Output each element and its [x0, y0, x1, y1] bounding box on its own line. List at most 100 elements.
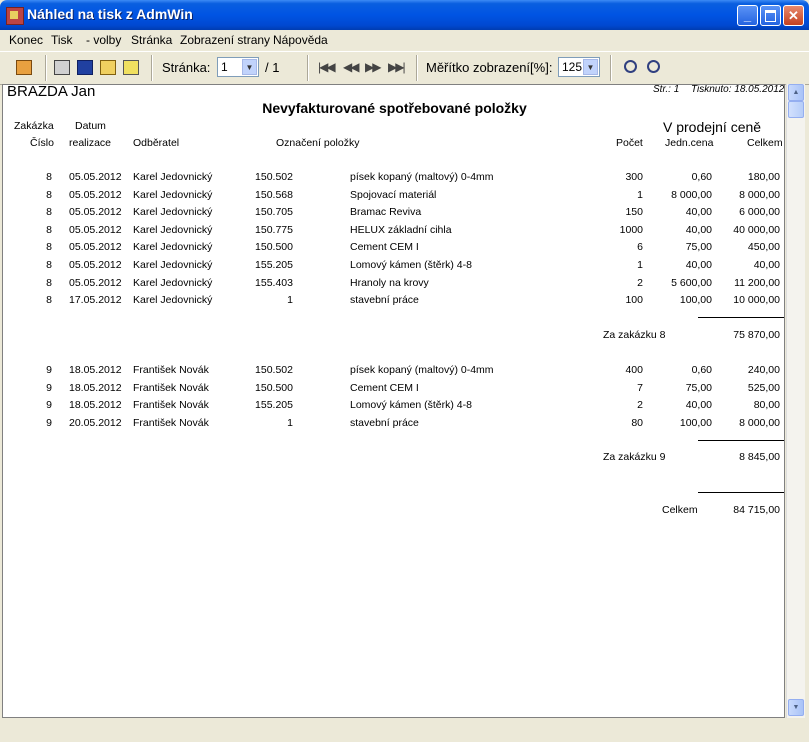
- vertical-scrollbar[interactable]: ▲ ▼: [786, 84, 805, 718]
- chevron-down-icon[interactable]: ▼: [583, 59, 598, 75]
- scroll-down-icon[interactable]: ▼: [788, 699, 804, 716]
- cell-date: 05.05.2012: [69, 276, 122, 289]
- cell-total: 80,00: [753, 399, 780, 412]
- exit-icon[interactable]: [16, 60, 32, 75]
- zoom-out-icon[interactable]: [647, 60, 660, 73]
- close-button[interactable]: ✕: [783, 5, 804, 26]
- print-preview-window: Náhled na tisk z AdmWin _ ✕ Konec Tisk -…: [0, 0, 809, 742]
- printer-icon[interactable]: [54, 60, 70, 75]
- cell-item-code: 150.502: [255, 171, 293, 183]
- cell-total: 8 000,00: [739, 416, 780, 429]
- scale-select[interactable]: 125 ▼: [558, 57, 600, 77]
- subtotal-line-2: [698, 440, 784, 441]
- cell-quantity: 1: [637, 259, 643, 271]
- cell-total: 180,00: [747, 171, 780, 183]
- menu-bar: Konec Tisk - volby Stránka Zobrazení str…: [0, 30, 809, 49]
- minimize-button[interactable]: _: [737, 5, 758, 26]
- cell-order: 8: [46, 188, 52, 201]
- cell-item-code: 155.205: [255, 399, 293, 412]
- cell-total: 40,00: [753, 259, 780, 271]
- menu-napoveda[interactable]: Nápověda: [273, 33, 328, 47]
- page-select-value: 1: [221, 60, 228, 74]
- zoom-in-icon[interactable]: [624, 60, 637, 73]
- cell-quantity: 1: [637, 188, 643, 201]
- cell-quantity: 100: [625, 294, 643, 307]
- cell-date: 05.05.2012: [69, 188, 122, 201]
- cell-total: 525,00: [747, 381, 780, 394]
- scale-label: Měřítko zobrazení[%]:: [426, 60, 553, 75]
- header-realizace: realizace: [69, 137, 112, 149]
- cell-item-name: Bramac Reviva: [350, 206, 422, 219]
- cell-item-name: Lomový kámen (štěrk) 4-8: [350, 399, 472, 412]
- header-odberatel: Odběratel: [133, 137, 180, 149]
- export-icon[interactable]: [123, 60, 139, 75]
- cell-item-code: 150.500: [255, 381, 293, 394]
- toolbar: Stránka: 1 ▼ / 1 |◀◀ ◀◀ ▶▶ ▶▶| Měřítko z…: [0, 51, 809, 85]
- cell-order: 8: [46, 241, 52, 254]
- cell-item-code: 155.205: [255, 259, 293, 271]
- toolbar-separator: [45, 55, 47, 81]
- chevron-down-icon[interactable]: ▼: [242, 59, 257, 75]
- page-select[interactable]: 1 ▼: [217, 57, 259, 77]
- toolbar-separator: [610, 55, 612, 81]
- cell-date: 18.05.2012: [69, 399, 122, 412]
- cell-item-code: 150.568: [255, 188, 293, 201]
- window-title: Náhled na tisk z AdmWin: [27, 6, 193, 22]
- cell-quantity: 400: [625, 364, 643, 376]
- maximize-button[interactable]: [760, 5, 781, 26]
- cell-item-name: HELUX základní cihla: [350, 223, 452, 236]
- cell-order: 8: [46, 276, 52, 289]
- cell-unit-price: 75,00: [685, 381, 712, 394]
- last-page-icon[interactable]: ▶▶|: [388, 60, 406, 74]
- subtotal-label-2: Za zakázku 9: [603, 451, 666, 463]
- menu-volby[interactable]: - volby: [86, 33, 121, 47]
- first-page-icon[interactable]: |◀◀: [318, 60, 336, 74]
- cell-item-code: 1: [287, 416, 293, 429]
- app-icon[interactable]: [6, 7, 24, 25]
- cell-order: 9: [46, 381, 52, 394]
- open-folder-icon[interactable]: [100, 60, 116, 75]
- cell-date: 05.05.2012: [69, 171, 122, 183]
- scroll-thumb[interactable]: [788, 101, 804, 118]
- cell-unit-price: 40,00: [685, 399, 712, 412]
- cell-item-code: 155.403: [255, 276, 293, 289]
- close-icon: ✕: [788, 8, 799, 23]
- cell-order: 8: [46, 294, 52, 307]
- cell-quantity: 80: [631, 416, 643, 429]
- cell-unit-price: 100,00: [679, 294, 712, 307]
- cell-item-name: písek kopaný (maltový) 0-4mm: [350, 171, 494, 183]
- print-settings-icon[interactable]: [77, 60, 93, 75]
- menu-konec[interactable]: Konec: [9, 33, 43, 47]
- header-datum: Datum: [75, 120, 106, 132]
- toolbar-separator: [416, 55, 418, 81]
- cell-quantity: 2: [637, 276, 643, 289]
- cell-order: 8: [46, 206, 52, 219]
- header-oznaceni: Označení položky: [276, 137, 360, 149]
- cell-unit-price: 40,00: [685, 206, 712, 219]
- cell-item-name: Hranoly na krovy: [350, 276, 429, 289]
- subtotal-label-1: Za zakázku 8: [603, 329, 666, 341]
- cell-order: 8: [46, 171, 52, 183]
- next-page-icon[interactable]: ▶▶: [365, 60, 382, 74]
- cell-item-code: 1: [287, 294, 293, 307]
- menu-zobrazeni-strany[interactable]: Zobrazení strany: [180, 33, 270, 47]
- cell-item-name: Cement CEM I: [350, 381, 419, 394]
- cell-unit-price: 0,60: [691, 171, 712, 183]
- cell-quantity: 150: [625, 206, 643, 219]
- cell-total: 10 000,00: [733, 294, 780, 307]
- page-total: / 1: [265, 60, 280, 75]
- menu-stranka[interactable]: Stránka: [131, 33, 172, 47]
- cell-order: 9: [46, 399, 52, 412]
- previous-page-icon[interactable]: ◀◀: [343, 60, 360, 74]
- cell-order: 8: [46, 223, 52, 236]
- scroll-up-icon[interactable]: ▲: [788, 84, 804, 101]
- cell-date: 17.05.2012: [69, 294, 122, 307]
- cell-date: 05.05.2012: [69, 223, 122, 236]
- cell-item-name: písek kopaný (maltový) 0-4mm: [350, 364, 494, 376]
- menu-tisk[interactable]: Tisk: [51, 33, 73, 47]
- grand-total-line: [698, 492, 784, 493]
- company-name: BRÁZDA Jan: [7, 84, 96, 100]
- title-bar[interactable]: Náhled na tisk z AdmWin _ ✕: [0, 0, 809, 30]
- cell-item-name: Spojovací materiál: [350, 188, 437, 201]
- header-pocet: Počet: [616, 137, 643, 149]
